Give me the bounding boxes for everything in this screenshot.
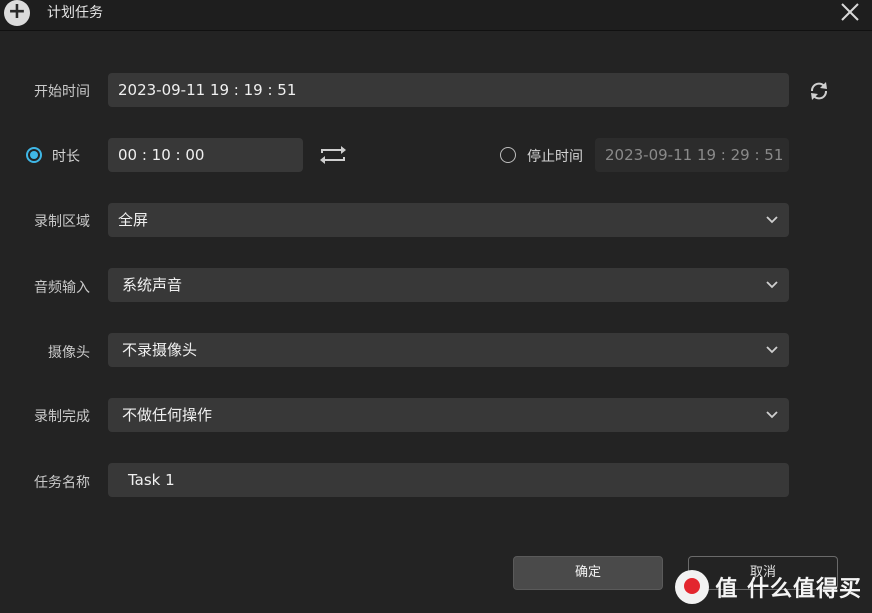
chevron-down-icon (766, 216, 778, 224)
record-area-value: 全屏 (118, 211, 149, 229)
on-complete-value: 不做任何操作 (122, 406, 213, 424)
swap-arrows-icon (320, 146, 346, 164)
watermark: 值 什么值得买 (675, 569, 862, 605)
refresh-icon (811, 82, 827, 100)
start-time-field[interactable]: 2023-09-11 19 : 19 : 51 (108, 73, 789, 107)
duration-label: 时长 (52, 149, 80, 165)
title-bar: + 计划任务 (0, 0, 872, 31)
refresh-button[interactable] (806, 78, 832, 104)
close-button[interactable] (838, 0, 862, 24)
audio-input-label: 音频输入 (34, 280, 90, 296)
switch-button[interactable] (318, 143, 348, 167)
camera-label: 摄像头 (48, 345, 90, 361)
record-area-label: 录制区域 (34, 214, 90, 230)
task-name-label: 任务名称 (34, 475, 90, 491)
camera-value: 不录摄像头 (122, 341, 198, 359)
start-time-label: 开始时间 (34, 84, 90, 100)
on-complete-label: 录制完成 (34, 409, 90, 425)
stop-time-radio[interactable] (500, 147, 516, 163)
on-complete-select[interactable]: 不做任何操作 (108, 398, 789, 432)
watermark-text: 值 什么值得买 (715, 577, 862, 602)
chevron-down-icon (766, 411, 778, 419)
audio-input-select[interactable]: 系统声音 (108, 268, 789, 302)
confirm-button[interactable]: 确定 (513, 556, 663, 590)
chevron-down-icon (766, 281, 778, 289)
task-name-input[interactable]: Task 1 (108, 463, 789, 497)
window-title: 计划任务 (47, 5, 103, 21)
audio-input-value: 系统声音 (122, 276, 183, 294)
duration-radio[interactable] (26, 147, 42, 163)
camera-select[interactable]: 不录摄像头 (108, 333, 789, 367)
stop-time-field: 2023-09-11 19 : 29 : 51 (595, 138, 789, 172)
chevron-down-icon (766, 346, 778, 354)
close-icon (841, 3, 859, 21)
record-area-select[interactable]: 全屏 (108, 203, 789, 237)
watermark-logo-icon (675, 570, 710, 604)
stop-time-label: 停止时间 (527, 149, 583, 165)
duration-field[interactable]: 00 : 10 : 00 (108, 138, 303, 172)
plus-icon: + (4, 0, 30, 26)
